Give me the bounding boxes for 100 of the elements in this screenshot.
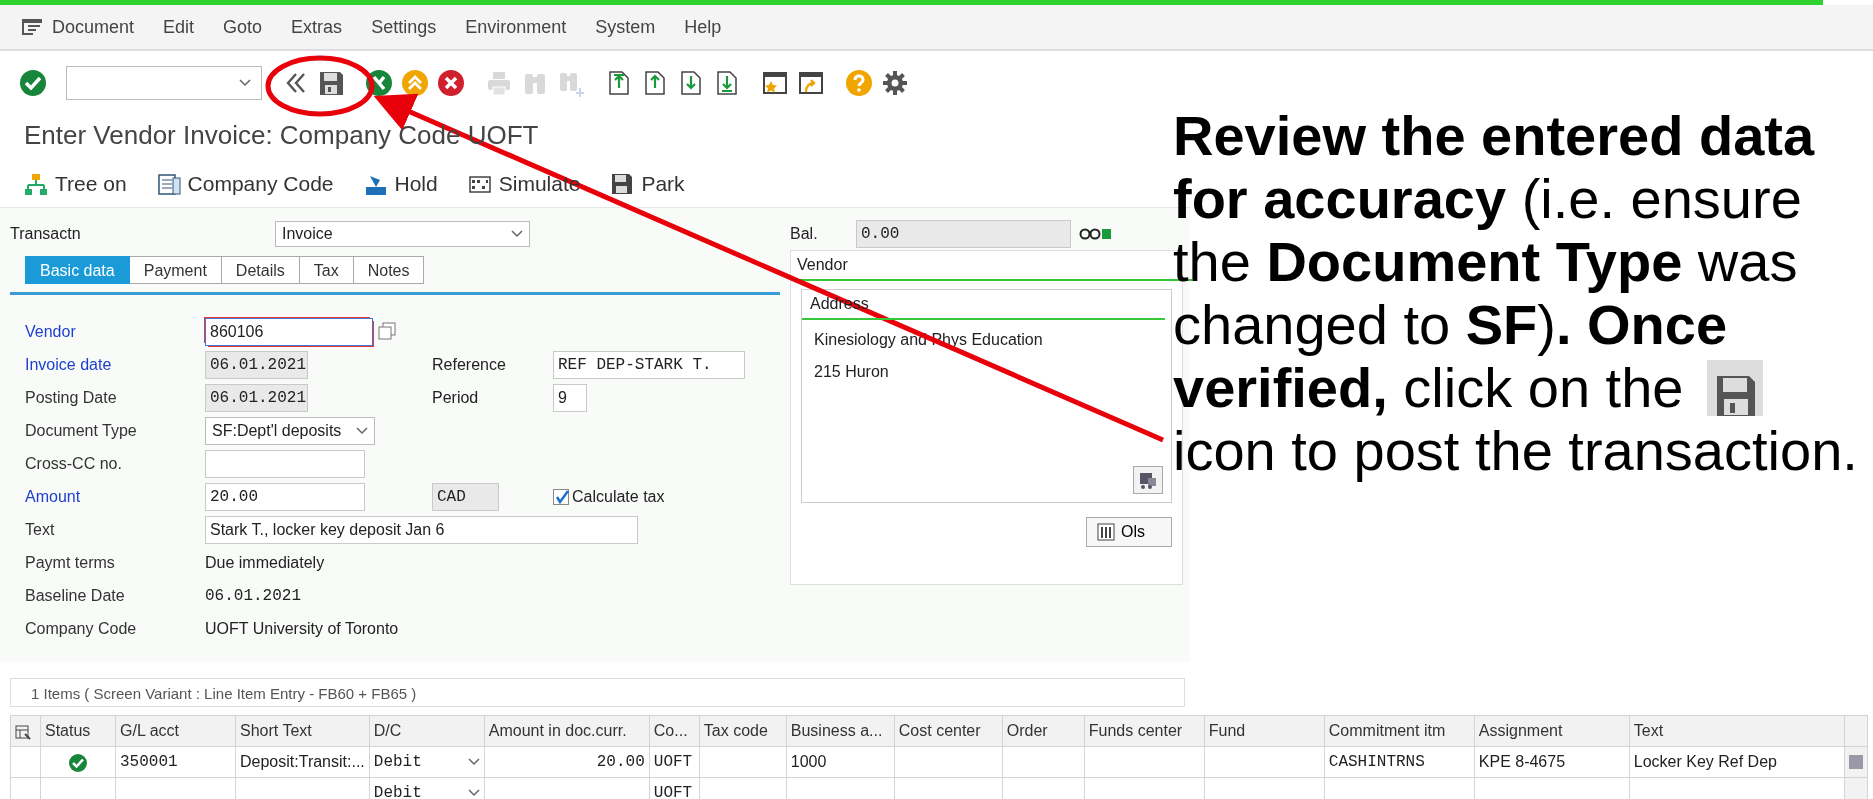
- menu-item[interactable]: Help: [684, 13, 722, 41]
- tab[interactable]: Details: [221, 256, 300, 284]
- table-cell: 20.00: [596, 753, 645, 771]
- lookup-icon: [377, 320, 397, 343]
- exit-button[interactable]: [364, 68, 394, 98]
- column-header[interactable]: Fund: [1204, 715, 1325, 747]
- field-label: Amount: [25, 486, 82, 507]
- command-field[interactable]: [66, 66, 262, 100]
- toolbar-button[interactable]: Hold: [363, 168, 438, 200]
- menu-icon: [22, 18, 42, 36]
- field-label: Text: [25, 519, 56, 540]
- help-icon: [844, 68, 874, 98]
- input-field[interactable]: 06.01.2021: [205, 350, 308, 379]
- toolbar-button[interactable]: Simulate: [467, 168, 581, 200]
- check-button[interactable]: [18, 68, 48, 98]
- input-field[interactable]: 9: [553, 383, 587, 412]
- up-button[interactable]: [400, 68, 430, 98]
- balance-field: 0.00: [856, 220, 1071, 248]
- menu-item[interactable]: Edit: [163, 13, 195, 41]
- transaction-dropdown[interactable]: Invoice: [275, 221, 530, 247]
- column-header[interactable]: Funds center: [1084, 715, 1205, 747]
- column-header[interactable]: Cost center: [894, 715, 1003, 747]
- check-icon: [18, 68, 48, 98]
- table-settings-icon: [15, 723, 31, 740]
- input-field[interactable]: REF DEP-STARK T.: [553, 350, 745, 379]
- field-label: Paymt terms: [25, 552, 116, 573]
- field-label: Bal.: [790, 224, 819, 244]
- address-line: 215 Huron: [813, 362, 890, 382]
- table-cell: Deposit:Transit:...: [240, 753, 365, 770]
- cancel-button[interactable]: [436, 68, 466, 98]
- input-field[interactable]: Stark T., locker key deposit Jan 6: [205, 515, 638, 544]
- hierarchy-icon: [24, 172, 48, 196]
- field-label: Posting Date: [25, 387, 118, 408]
- table-settings-button[interactable]: [10, 715, 41, 747]
- checkbox-label: Calculate tax: [572, 486, 665, 507]
- column-header[interactable]: Status: [40, 715, 116, 747]
- table-cell: KPE 8-4675: [1478, 753, 1566, 770]
- tab[interactable]: Payment: [129, 256, 222, 284]
- tab[interactable]: Notes: [353, 256, 425, 284]
- field-label: Period: [432, 387, 480, 408]
- exit-icon: [364, 68, 394, 98]
- field-label: Baseline Date: [25, 585, 126, 606]
- table-cell: 350001: [120, 753, 178, 771]
- field-label: Cross-CC no.: [25, 453, 123, 474]
- input-field[interactable]: 06.01.2021: [205, 383, 308, 412]
- settings-button[interactable]: [880, 68, 910, 98]
- field-label: Invoice date: [25, 354, 113, 375]
- settings-icon: [880, 68, 910, 98]
- caret-icon: [239, 79, 251, 87]
- caret-icon: [511, 230, 523, 238]
- column-header[interactable]: D/C: [369, 715, 485, 747]
- check-icon: [68, 752, 88, 773]
- tab[interactable]: Tax: [299, 256, 354, 284]
- toolbar-button[interactable]: Park: [610, 168, 685, 200]
- column-header[interactable]: Business a...: [786, 715, 895, 747]
- column-header[interactable]: Tax code: [699, 715, 787, 747]
- toolbar-button[interactable]: Company Code: [156, 168, 334, 200]
- menu-item[interactable]: Document: [52, 13, 135, 41]
- input-field[interactable]: [205, 449, 365, 478]
- table-cell: Locker Key Ref Dep: [1633, 753, 1777, 770]
- column-header[interactable]: Commitment itm: [1324, 715, 1475, 747]
- column-header[interactable]: G/L acct: [115, 715, 236, 747]
- field-label: Company Code: [25, 618, 138, 639]
- checkbox[interactable]: [553, 488, 569, 505]
- column-header[interactable]: Amount in doc.curr.: [484, 715, 650, 747]
- ols-button[interactable]: Ols: [1086, 517, 1172, 547]
- table-cell: CASHINTRNS: [1328, 753, 1425, 771]
- input-field[interactable]: 860106: [205, 317, 373, 346]
- document-icon: [156, 172, 181, 196]
- column-header[interactable]: Order: [1002, 715, 1085, 747]
- column-header[interactable]: Text: [1629, 715, 1845, 747]
- field-value: 06.01.2021: [205, 585, 301, 607]
- field-label: Reference: [432, 354, 507, 375]
- field-value: Due immediately: [205, 552, 325, 573]
- menu-item[interactable]: Goto: [223, 13, 263, 41]
- up-icon: [400, 68, 430, 98]
- menu-item[interactable]: System: [595, 13, 656, 41]
- scroll-thumb[interactable]: [1848, 755, 1863, 769]
- menu-item[interactable]: Environment: [465, 13, 567, 41]
- column-header[interactable]: Short Text: [235, 715, 370, 747]
- field-value: UOFT University of Toronto: [205, 618, 399, 639]
- status-lights-icon: [1079, 227, 1111, 241]
- instruction-text: verified, click on the: [1173, 356, 1684, 419]
- people-icon: [1138, 470, 1158, 490]
- details-button[interactable]: [1133, 466, 1163, 494]
- caret-icon: [356, 426, 368, 435]
- column-header[interactable]: Assignment: [1474, 715, 1630, 747]
- table-title: 1 Items ( Screen Variant : Line Item Entry - FB60 + FB65 ): [10, 678, 1185, 707]
- caret-icon: [467, 758, 480, 766]
- field-label: Document Type: [25, 420, 138, 441]
- toolbar-button[interactable]: Tree on: [24, 168, 127, 200]
- cancel-icon: [436, 68, 466, 98]
- caret-icon: [467, 789, 480, 797]
- menu-item[interactable]: Extras: [291, 13, 343, 41]
- menu-item[interactable]: Settings: [371, 13, 437, 41]
- input-field[interactable]: 20.00: [205, 482, 365, 511]
- document-type-dropdown[interactable]: SF:Dept'l deposits: [205, 416, 375, 445]
- currency-field[interactable]: CAD: [432, 482, 499, 511]
- instruction-text: icon to post the transaction.: [1173, 419, 1858, 482]
- column-header[interactable]: Co...: [649, 715, 700, 747]
